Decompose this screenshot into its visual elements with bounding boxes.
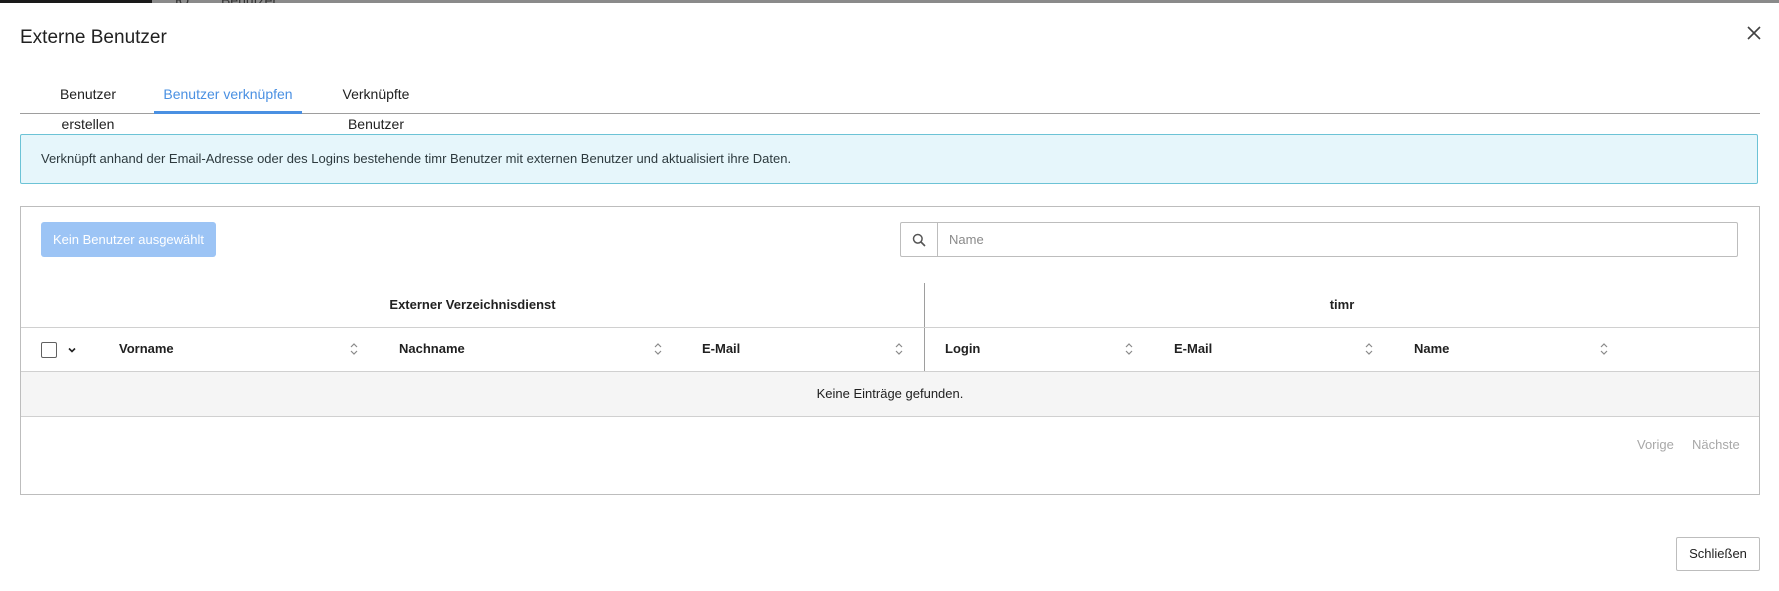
select-all-checkbox[interactable]: [41, 342, 57, 358]
sort-icon[interactable]: [1364, 341, 1374, 357]
sort-icon[interactable]: [349, 341, 359, 357]
pager-next[interactable]: Nächste: [1692, 437, 1740, 452]
sort-icon[interactable]: [894, 341, 904, 357]
info-alert: Verknüpft anhand der Email-Adresse oder …: [20, 134, 1758, 184]
tab-bar: Benutzer erstellen Benutzer verknüpfen V…: [20, 79, 1760, 132]
column-header-email-external[interactable]: E-Mail: [702, 327, 740, 371]
tab-create-user[interactable]: Benutzer erstellen: [35, 79, 141, 132]
column-header-lastname[interactable]: Nachname: [399, 327, 465, 371]
empty-table-row: Keine Einträge gefunden.: [21, 372, 1759, 416]
column-header-email-timr[interactable]: E-Mail: [1174, 327, 1212, 371]
group-header-external-directory: Externer Verzeichnisdienst: [389, 297, 556, 312]
header-divider: [21, 327, 1759, 328]
search-icon[interactable]: [901, 223, 938, 256]
sort-icon[interactable]: [1124, 341, 1134, 357]
tab-linked-users[interactable]: Verknüpfte Benutzer: [316, 79, 436, 132]
sort-icon[interactable]: [653, 341, 663, 357]
column-header-name[interactable]: Name: [1414, 327, 1449, 371]
sort-icon[interactable]: [1599, 341, 1609, 357]
close-dialog-button[interactable]: Schließen: [1676, 537, 1760, 571]
external-users-dialog: Externe Benutzer Benutzer erstellen Benu…: [0, 3, 1779, 591]
group-header-timr: timr: [1329, 297, 1355, 312]
search-input[interactable]: [938, 223, 1733, 256]
users-panel: Kein Benutzer ausgewählt Externer Verzei…: [20, 206, 1760, 495]
column-header-login[interactable]: Login: [945, 327, 980, 371]
tab-link-users[interactable]: Benutzer verknüpfen: [154, 79, 302, 114]
search-box: [900, 222, 1738, 257]
column-header-firstname[interactable]: Vorname: [119, 327, 174, 371]
close-button[interactable]: [1741, 20, 1767, 46]
pager-previous[interactable]: Vorige: [1637, 437, 1674, 452]
table-bottom-divider: [21, 416, 1759, 417]
chevron-down-icon[interactable]: [67, 345, 77, 355]
close-icon: [1747, 26, 1761, 40]
link-selected-users-button[interactable]: Kein Benutzer ausgewählt: [41, 222, 216, 257]
dialog-title: Externe Benutzer: [20, 27, 167, 48]
